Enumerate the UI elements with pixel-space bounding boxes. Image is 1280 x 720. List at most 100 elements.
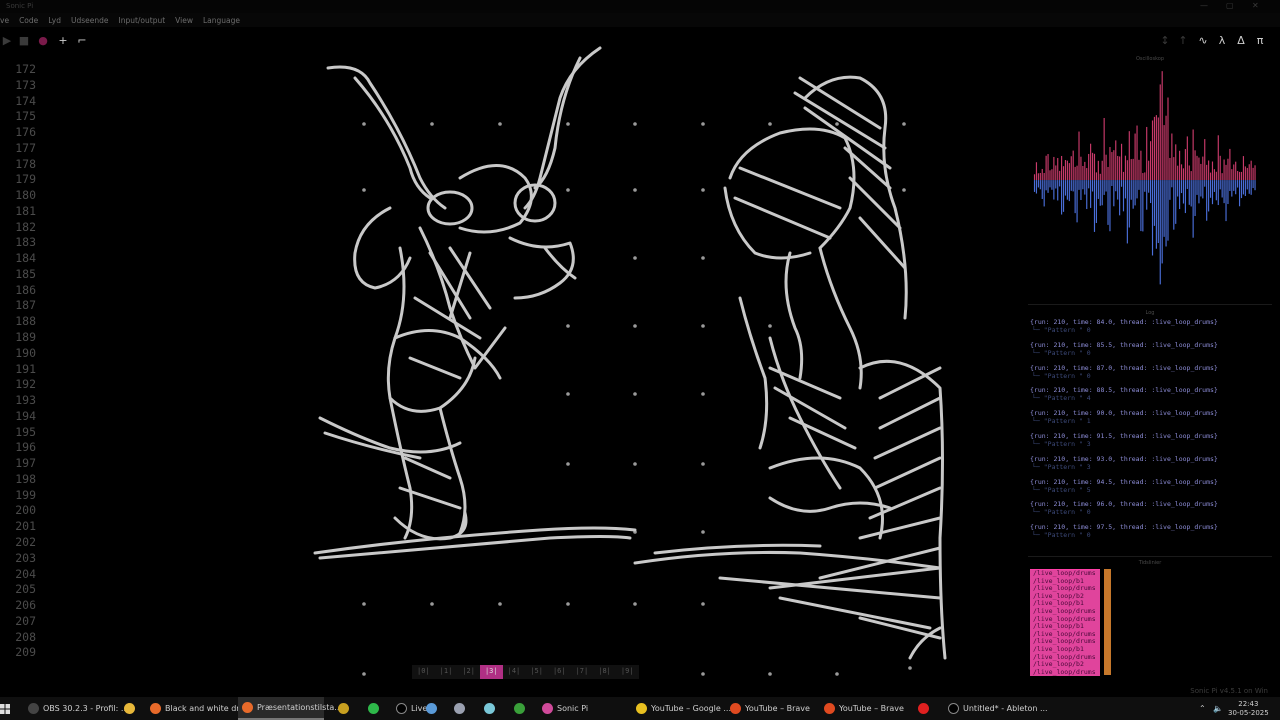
minimize-icon[interactable]: — <box>1200 1 1208 10</box>
taskbar-app[interactable]: Live <box>392 697 427 720</box>
tray-chevron-icon[interactable]: ⌃ <box>1199 697 1206 720</box>
log-entry: {run: 210, time: 88.5, thread: :live_loo… <box>1030 386 1270 409</box>
log-entry: {run: 210, time: 94.5, thread: :live_loo… <box>1030 478 1270 501</box>
taskbar-app[interactable]: YouTube – Brave <box>820 697 906 720</box>
scope-bar-right <box>1043 180 1045 207</box>
pi-icon[interactable]: π <box>1253 30 1267 50</box>
scope-bar-left <box>1068 163 1070 181</box>
scope-bar-right <box>1233 180 1235 191</box>
buffer-tab[interactable]: |2| <box>457 665 480 679</box>
menu-item-view[interactable]: View <box>170 16 198 25</box>
taskbar-app[interactable]: YouTube – Brave <box>726 697 812 720</box>
scope-bar-right <box>1082 180 1084 190</box>
stop-button[interactable]: ■ <box>17 30 31 50</box>
log-panel[interactable]: {run: 210, time: 84.0, thread: :live_loo… <box>1030 318 1270 546</box>
menu-item-io[interactable]: Input/output <box>113 16 170 25</box>
taskbar-app[interactable] <box>914 697 930 720</box>
scope-bar-left <box>1179 150 1181 181</box>
log-entry-detail: └─ "Pattern " 1 <box>1032 417 1091 426</box>
scope-bar-left <box>1177 165 1179 181</box>
taskbar-app-label: OBS 30.2.3 - Profil: ... <box>43 704 129 713</box>
scope-bar-left <box>1206 164 1208 181</box>
buffer-tab[interactable]: |4| <box>503 665 526 679</box>
buffer-tab[interactable]: |3| <box>479 665 503 679</box>
run-button[interactable]: ▶ <box>0 30 14 50</box>
line-number: 172 <box>15 62 36 76</box>
taskbar-app[interactable] <box>120 697 136 720</box>
scope-bar-left <box>1076 165 1078 181</box>
size-up-button[interactable]: + <box>56 30 70 50</box>
scope-bar-right <box>1095 180 1097 223</box>
scope-bar-right <box>1192 180 1194 238</box>
scope-bar-right <box>1217 180 1219 206</box>
scope-bar-left <box>1064 159 1067 181</box>
taskbar-app[interactable] <box>334 697 350 720</box>
maximize-icon[interactable]: ▢ <box>1226 1 1234 10</box>
scope-bar-left <box>1134 133 1136 181</box>
record-button[interactable]: ● <box>36 30 50 50</box>
scope-bar-right <box>1134 180 1136 206</box>
line-number: 207 <box>15 613 36 628</box>
cue-list[interactable]: /live_loop/drums/live_loop/b1/live_loop/… <box>1030 569 1100 677</box>
line-number: 178 <box>15 156 36 171</box>
scope-bar-left <box>1138 159 1140 181</box>
log-entry: {run: 210, time: 96.0, thread: :live_loo… <box>1030 500 1270 523</box>
menu-item-sound[interactable]: Lyd <box>43 16 66 25</box>
scope-bar-right <box>1099 180 1101 206</box>
buffer-tab[interactable]: |5| <box>525 665 548 679</box>
taskbar-app-label: Sonic Pi <box>557 704 589 713</box>
buffer-tab[interactable]: |0| <box>412 665 435 679</box>
scope-bar-left <box>1237 171 1239 181</box>
menu-item-file[interactable]: ve <box>0 16 14 25</box>
taskbar-app[interactable]: OBS 30.2.3 - Profil: ... <box>24 697 129 720</box>
log-entry-detail: └─ "Pattern " 0 <box>1032 371 1091 380</box>
menu-item-code[interactable]: Code <box>14 16 43 25</box>
scope-bar-right <box>1115 180 1117 192</box>
close-icon[interactable]: ✕ <box>1252 1 1259 10</box>
scope-bar-left <box>1093 153 1096 181</box>
log-entry-header: {run: 210, time: 97.5, thread: :live_loo… <box>1030 523 1218 532</box>
waveform-icon[interactable]: ∿ <box>1196 30 1210 50</box>
buffer-tab[interactable]: |7| <box>571 665 594 679</box>
taskbar-app[interactable] <box>450 697 466 720</box>
scope-bar-right <box>1070 180 1072 191</box>
taskbar-clock[interactable]: 22:43 30-05-2025 <box>1228 700 1269 718</box>
scope-bar-right <box>1188 180 1190 205</box>
taskbar-app[interactable] <box>480 697 496 720</box>
scope-bar-left <box>1184 149 1186 181</box>
scope-bar-left <box>1062 166 1065 181</box>
buffer-tab[interactable]: |9| <box>616 665 639 679</box>
scope-bar-left <box>1171 133 1173 181</box>
scope-toggle-icon[interactable]: ↕ <box>1158 30 1172 50</box>
lambda-icon[interactable]: λ <box>1215 30 1229 50</box>
info-toggle-icon[interactable]: ↑ <box>1176 30 1190 50</box>
scope-bar-left <box>1200 163 1202 181</box>
taskbar-app[interactable] <box>510 697 526 720</box>
taskbar-app[interactable]: Sonic Pi <box>538 697 618 720</box>
menu-item-appearance[interactable]: Udseende <box>66 16 114 25</box>
delta-icon[interactable]: Δ <box>1234 30 1248 50</box>
taskbar-app[interactable]: Præsentationstilsta... <box>238 697 342 720</box>
buffer-tab[interactable]: |6| <box>548 665 571 679</box>
scope-bar-left <box>1221 173 1223 181</box>
log-title: Log <box>1145 310 1155 316</box>
windows-start-icon[interactable] <box>0 697 12 720</box>
taskbar-app[interactable] <box>422 697 438 720</box>
buffer-tab[interactable]: |8| <box>593 665 616 679</box>
cue-scrollbar[interactable] <box>1104 569 1111 675</box>
align-button[interactable]: ⌐ <box>75 30 89 50</box>
menu-item-language[interactable]: Language <box>198 16 245 25</box>
scope-bar-right <box>1229 180 1231 191</box>
scope-bar-right <box>1124 180 1127 199</box>
buffer-tab[interactable]: |1| <box>435 665 458 679</box>
log-entry-detail: └─ "Pattern " 4 <box>1032 394 1091 403</box>
taskbar-app[interactable]: Black and white dra... <box>146 697 252 720</box>
taskbar-app[interactable]: Untitled* - Ableton ... <box>944 697 1048 720</box>
app-icon <box>918 703 929 714</box>
scope-bar-right <box>1090 180 1092 208</box>
taskbar-app[interactable] <box>364 697 380 720</box>
taskbar-app[interactable]: YouTube – Google ... <box>632 697 731 720</box>
scope-bar-left <box>1248 164 1250 181</box>
volume-icon[interactable]: 🔈 <box>1213 697 1223 720</box>
scope-bar-left <box>1180 164 1183 181</box>
